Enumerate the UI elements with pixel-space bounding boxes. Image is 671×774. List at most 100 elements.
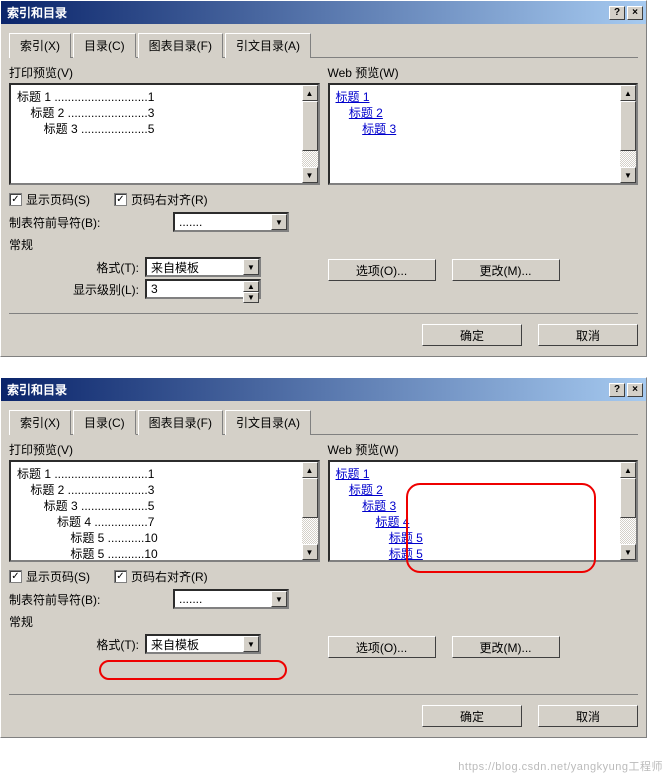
tab-index[interactable]: 索引(X) <box>9 410 71 435</box>
title: 索引和目录 <box>7 4 67 21</box>
web-preview-list[interactable]: 标题 1 标题 2 标题 3 标题 4 标题 5 标题 5 标题 6 ▲ ▼ <box>328 460 639 562</box>
leader-combo[interactable]: ....... ▼ <box>173 589 289 609</box>
scrollbar[interactable]: ▲ ▼ <box>620 85 636 183</box>
list-item: 标题 3 ....................5 <box>17 498 296 514</box>
scrollbar[interactable]: ▲ ▼ <box>620 462 636 560</box>
titlebar: 索引和目录 ? × <box>1 1 646 24</box>
highlight-mark <box>99 660 287 680</box>
help-button[interactable]: ? <box>609 6 625 20</box>
close-button[interactable]: × <box>627 6 643 20</box>
spin-down-icon[interactable]: ▼ <box>243 292 259 303</box>
scroll-down-icon[interactable]: ▼ <box>620 544 636 560</box>
dropdown-icon[interactable]: ▼ <box>243 636 259 652</box>
scroll-up-icon[interactable]: ▲ <box>620 462 636 478</box>
scrollbar[interactable]: ▲ ▼ <box>302 85 318 183</box>
list-item[interactable]: 标题 3 <box>336 498 615 514</box>
align-right-label: 页码右对齐(R) <box>131 568 208 585</box>
tab-figures[interactable]: 图表目录(F) <box>138 33 223 58</box>
scroll-down-icon[interactable]: ▼ <box>620 167 636 183</box>
cancel-button[interactable]: 取消 <box>538 705 638 727</box>
list-item: 标题 5 ...........10 <box>17 546 296 560</box>
spin-up-icon[interactable]: ▲ <box>243 281 259 292</box>
list-item: 标题 5 ...........10 <box>17 530 296 546</box>
print-preview-list[interactable]: 标题 1 ............................1 标题 2 … <box>9 460 320 562</box>
dropdown-icon[interactable]: ▼ <box>243 259 259 275</box>
levels-value: 3 <box>147 281 243 297</box>
dialog-index-toc-2: 索引和目录 ? × 索引(X) 目录(C) 图表目录(F) 引文目录(A) 打印… <box>0 377 647 738</box>
list-item: 标题 1 ............................1 <box>17 466 296 482</box>
leader-value: ....... <box>175 214 271 230</box>
scroll-up-icon[interactable]: ▲ <box>302 462 318 478</box>
scroll-down-icon[interactable]: ▼ <box>302 167 318 183</box>
tab-toc[interactable]: 目录(C) <box>73 410 136 435</box>
format-value: 来自模板 <box>147 636 243 652</box>
check-icon: ✓ <box>9 570 22 583</box>
ok-button[interactable]: 确定 <box>422 705 522 727</box>
tab-index[interactable]: 索引(X) <box>9 33 71 58</box>
list-item[interactable]: 标题 1 <box>336 466 615 482</box>
list-item: 标题 1 ............................1 <box>17 89 296 105</box>
list-item: 标题 2 ........................3 <box>17 105 296 121</box>
leader-value: ....... <box>175 591 271 607</box>
tab-citations[interactable]: 引文目录(A) <box>225 410 311 435</box>
list-item: 标题 4 ................7 <box>17 514 296 530</box>
general-label: 常规 <box>9 613 638 630</box>
format-label: 格式(T): <box>9 636 139 653</box>
show-page-label: 显示页码(S) <box>26 568 90 585</box>
list-item: 标题 3 ....................5 <box>17 121 296 137</box>
list-item: 标题 2 ........................3 <box>17 482 296 498</box>
show-page-label: 显示页码(S) <box>26 191 90 208</box>
list-item[interactable]: 标题 5 <box>336 530 615 546</box>
tab-toc[interactable]: 目录(C) <box>73 33 136 58</box>
tab-figures[interactable]: 图表目录(F) <box>138 410 223 435</box>
cancel-button[interactable]: 取消 <box>538 324 638 346</box>
show-page-checkbox[interactable]: ✓ 显示页码(S) <box>9 191 90 208</box>
web-preview-label: Web 预览(W) <box>328 441 639 458</box>
scroll-down-icon[interactable]: ▼ <box>302 544 318 560</box>
close-button[interactable]: × <box>627 383 643 397</box>
list-item[interactable]: 标题 2 <box>336 482 615 498</box>
modify-button[interactable]: 更改(M)... <box>452 636 560 658</box>
format-label: 格式(T): <box>9 259 139 276</box>
align-right-checkbox[interactable]: ✓ 页码右对齐(R) <box>114 568 208 585</box>
help-button[interactable]: ? <box>609 383 625 397</box>
list-item[interactable]: 标题 5 <box>336 546 615 560</box>
web-preview-label: Web 预览(W) <box>328 64 639 81</box>
dropdown-icon[interactable]: ▼ <box>271 591 287 607</box>
check-icon: ✓ <box>9 193 22 206</box>
check-icon: ✓ <box>114 193 127 206</box>
scrollbar[interactable]: ▲ ▼ <box>302 462 318 560</box>
dialog-index-toc-1: 索引和目录 ? × 索引(X) 目录(C) 图表目录(F) 引文目录(A) 打印… <box>0 0 647 357</box>
list-item[interactable]: 标题 3 <box>336 121 615 137</box>
check-icon: ✓ <box>114 570 127 583</box>
levels-label: 显示级别(L): <box>9 281 139 298</box>
watermark: https://blog.csdn.net/yangkyung工程师 <box>0 758 671 774</box>
title: 索引和目录 <box>7 381 67 398</box>
align-right-checkbox[interactable]: ✓ 页码右对齐(R) <box>114 191 208 208</box>
options-button[interactable]: 选项(O)... <box>328 636 436 658</box>
web-preview-list[interactable]: 标题 1 标题 2 标题 3 ▲ ▼ <box>328 83 639 185</box>
scroll-up-icon[interactable]: ▲ <box>620 85 636 101</box>
titlebar: 索引和目录 ? × <box>1 378 646 401</box>
levels-spinner[interactable]: 3 ▲ ▼ <box>145 279 261 299</box>
dropdown-icon[interactable]: ▼ <box>271 214 287 230</box>
list-item[interactable]: 标题 2 <box>336 105 615 121</box>
show-page-checkbox[interactable]: ✓ 显示页码(S) <box>9 568 90 585</box>
scroll-up-icon[interactable]: ▲ <box>302 85 318 101</box>
list-item[interactable]: 标题 4 <box>336 514 615 530</box>
leader-label: 制表符前导符(B): <box>9 214 169 231</box>
leader-combo[interactable]: ....... ▼ <box>173 212 289 232</box>
tab-strip: 索引(X) 目录(C) 图表目录(F) 引文目录(A) <box>9 32 638 58</box>
leader-label: 制表符前导符(B): <box>9 591 169 608</box>
tab-citations[interactable]: 引文目录(A) <box>225 33 311 58</box>
print-preview-label: 打印预览(V) <box>9 441 320 458</box>
list-item[interactable]: 标题 1 <box>336 89 615 105</box>
modify-button[interactable]: 更改(M)... <box>452 259 560 281</box>
tab-strip: 索引(X) 目录(C) 图表目录(F) 引文目录(A) <box>9 409 638 435</box>
print-preview-list[interactable]: 标题 1 ............................1 标题 2 … <box>9 83 320 185</box>
options-button[interactable]: 选项(O)... <box>328 259 436 281</box>
format-combo[interactable]: 来自模板 ▼ <box>145 634 261 654</box>
format-combo[interactable]: 来自模板 ▼ <box>145 257 261 277</box>
ok-button[interactable]: 确定 <box>422 324 522 346</box>
align-right-label: 页码右对齐(R) <box>131 191 208 208</box>
